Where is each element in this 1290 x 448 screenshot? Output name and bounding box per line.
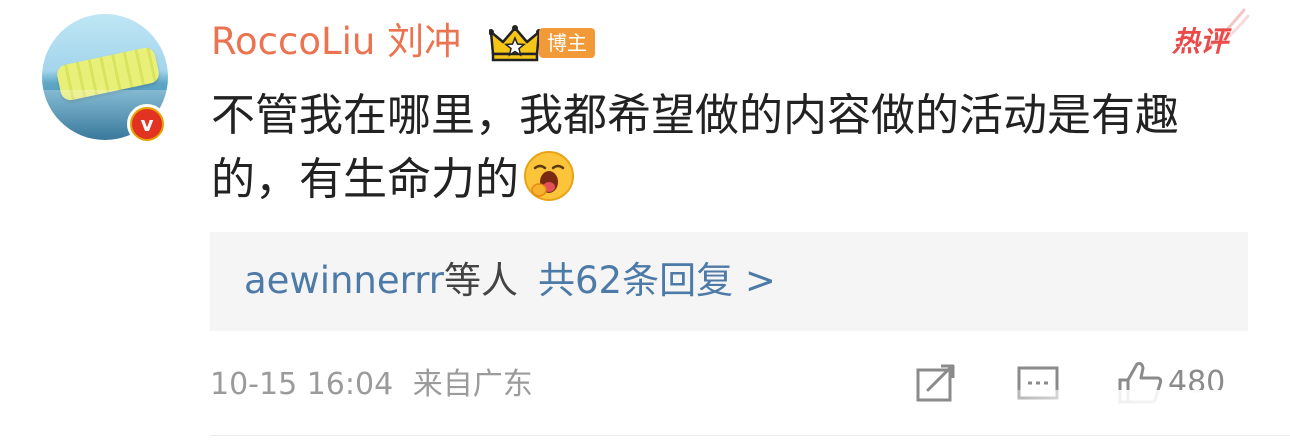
comment-text: 不管我在哪里，我都希望做的内容做的活动是有趣的，有生命力的 (211, 84, 1251, 212)
replies-summary: aewinnerrr等人 共62条回复 > (244, 256, 776, 306)
like-count: 480 (1168, 365, 1226, 400)
comment-time: 10-15 16:04 (210, 367, 394, 402)
reply-username-link[interactable]: aewinnerrr (244, 259, 444, 302)
like-button[interactable]: 480 (1116, 360, 1225, 406)
view-replies-link[interactable]: 共62条回复 > (538, 259, 776, 302)
crown-icon (489, 25, 541, 62)
yawn-emoji-icon (524, 151, 574, 201)
share-icon[interactable] (914, 364, 958, 404)
hot-comment-tag: 热评 (1172, 25, 1229, 58)
verified-badge-icon: v (127, 104, 167, 144)
reply-others-label: 等人 (443, 259, 518, 302)
thumbs-up-icon (1118, 362, 1163, 404)
username-link[interactable]: RoccoLiu 刘冲 (211, 18, 461, 66)
comment-location: 来自广东 (412, 367, 533, 402)
comment-icon[interactable] (1015, 364, 1061, 404)
divider (210, 435, 1290, 436)
comment-body: 不管我在哪里，我都希望做的内容做的活动是有趣的，有生命力的 (211, 90, 1179, 205)
comment-meta: 10-15 16:04 来自广东 (210, 362, 533, 408)
replies-box[interactable]: aewinnerrr等人 共62条回复 > (210, 232, 1248, 331)
blogger-badge: 博主 (539, 28, 595, 58)
